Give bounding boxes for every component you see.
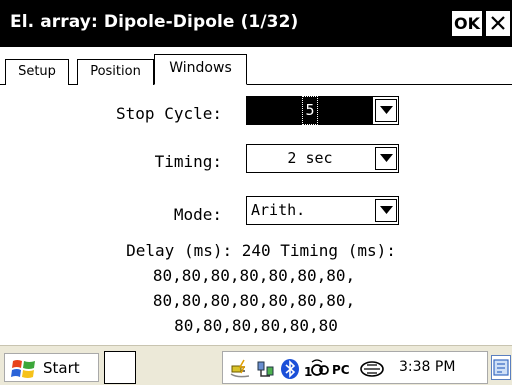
- stop-cycle-label: Stop Cycle:: [116, 104, 222, 123]
- timing-value: 2 sec: [287, 149, 333, 167]
- bluetooth-icon[interactable]: [279, 358, 301, 380]
- ok-button[interactable]: OK: [452, 11, 482, 36]
- timing-values-line-1: 80,80,80,80,80,80,80,: [152, 266, 356, 285]
- windows-logo-icon: [11, 360, 35, 378]
- start-button[interactable]: Start: [4, 353, 99, 382]
- stop-cycle-select[interactable]: 5: [246, 96, 399, 125]
- chevron-down-icon: [380, 154, 393, 162]
- mode-select[interactable]: Arith.: [246, 196, 399, 225]
- network-icon[interactable]: [255, 358, 277, 380]
- mode-value: Arith.: [251, 201, 306, 219]
- system-tray: 1 PC 3:38 PM: [222, 351, 488, 384]
- stop-cycle-dropdown-button[interactable]: [375, 99, 397, 122]
- tab-position[interactable]: Position: [77, 59, 154, 85]
- tab-setup[interactable]: Setup: [5, 59, 69, 85]
- close-button[interactable]: [486, 11, 510, 36]
- delay-timing-line: Delay (ms): 240 Timing (ms):: [126, 241, 396, 260]
- timing-label: Timing:: [154, 152, 222, 171]
- power-plug-icon[interactable]: [229, 358, 253, 380]
- title-bar: El. array: Dipole-Dipole (1/32) OK: [0, 0, 512, 47]
- tab-windows[interactable]: Windows: [154, 54, 247, 85]
- mode-label: Mode:: [173, 205, 222, 224]
- svg-text:1: 1: [304, 365, 312, 379]
- mode-dropdown-button[interactable]: [375, 199, 397, 222]
- chevron-down-icon: [380, 206, 393, 214]
- window-title: El. array: Dipole-Dipole (1/32): [10, 12, 299, 32]
- pc-connect-icon[interactable]: PC: [331, 358, 355, 380]
- start-label: Start: [43, 359, 80, 377]
- stop-cycle-value: 5: [302, 96, 318, 125]
- close-icon: [491, 16, 505, 30]
- keyboard-icon: [493, 359, 509, 376]
- infrared-icon[interactable]: [359, 358, 387, 380]
- clock[interactable]: 3:38 PM: [399, 359, 455, 375]
- pc-connect-label: PC: [332, 363, 350, 377]
- timing-values-line-3: 80,80,80,80,80,80: [174, 316, 338, 335]
- taskbar: Start 1 PC 3:38 PM: [0, 345, 512, 385]
- timing-values-line-2: 80,80,80,80,80,80,80,: [152, 291, 356, 310]
- taskbar-window-button[interactable]: [104, 351, 136, 384]
- wireless-icon[interactable]: 1: [303, 358, 329, 380]
- chevron-down-icon: [380, 106, 393, 114]
- timing-select[interactable]: 2 sec: [246, 144, 399, 173]
- timing-dropdown-button[interactable]: [375, 147, 397, 170]
- input-panel-button[interactable]: [491, 355, 511, 380]
